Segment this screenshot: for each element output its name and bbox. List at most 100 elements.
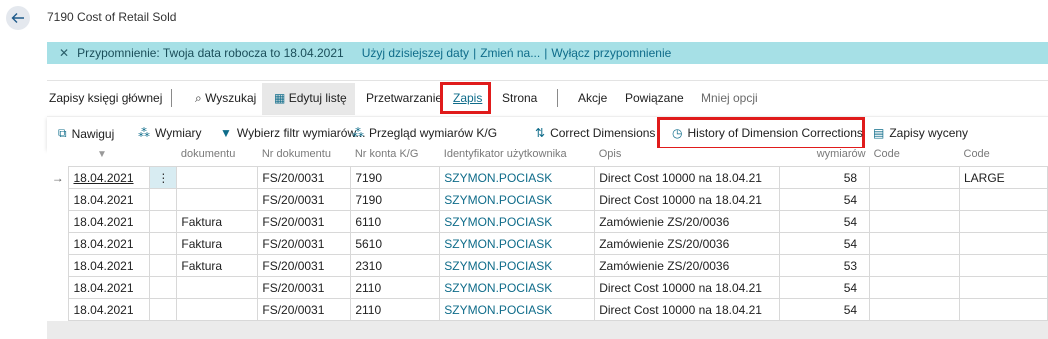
cell-doc-type[interactable] [176,166,259,189]
cell-date[interactable]: 18.04.2021 [68,254,151,277]
cell-date[interactable]: 18.04.2021 [68,232,151,255]
column-header-code-1[interactable]: Code [869,148,960,167]
navigate-button[interactable]: ⧉ Nawiguj [58,126,114,141]
column-header-description[interactable]: Opis [594,148,780,167]
cell-account-no[interactable]: 6110 [350,210,441,233]
cell-doc-no[interactable]: FS/20/0031 [257,166,352,189]
cell-account-no[interactable]: 2110 [350,276,441,299]
cell-code-2[interactable] [959,188,1048,211]
table-row[interactable]: 18.04.2021 Faktura FS/20/0031 5610 SZYMON.PO… [47,232,1048,255]
column-header-date[interactable]: ▼ [68,148,150,167]
ellipsis-icon[interactable]: ⋮ [149,166,178,189]
cell-code-1[interactable] [869,254,960,277]
cell-code-2[interactable] [959,298,1048,321]
gl-dimension-overview-button[interactable]: ⁂ Przegląd wymiarów K/G [352,126,497,140]
cell-doc-type[interactable] [176,298,259,321]
cell-code-1[interactable] [869,166,960,189]
cell-dimension-set[interactable]: 54 [779,232,871,255]
cell-doc-no[interactable]: FS/20/0031 [257,210,352,233]
column-header-user-id[interactable]: Identyfikator użytkownika [439,148,595,167]
close-icon[interactable]: ✕ [59,46,69,60]
dimensions-button[interactable]: ⁂ Wymiary [138,126,202,140]
tab-process[interactable]: Przetwarzanie [366,91,442,105]
cell-code-2[interactable] [959,254,1048,277]
cell-doc-no[interactable]: FS/20/0031 [257,188,352,211]
change-link[interactable]: Zmień na... [480,46,540,60]
value-entries-button[interactable]: ▤ Zapisy wyceny [873,126,968,140]
cell-user-id[interactable]: SZYMON.POCIASK [439,232,596,255]
cell-user-id[interactable]: SZYMON.POCIASK [439,188,596,211]
cell-doc-type[interactable]: Faktura [176,210,259,233]
cell-user-id[interactable]: SZYMON.POCIASK [439,210,596,233]
cell-description[interactable]: Zamówienie ZS/20/0036 [594,210,781,233]
cell-date[interactable]: 18.04.2021 [68,188,151,211]
cell-account-no[interactable]: 2110 [350,298,441,321]
cell-account-no[interactable]: 5610 [350,232,441,255]
cell-dimension-set[interactable]: 58 [779,166,871,189]
history-dimension-corrections-button[interactable]: ◷ History of Dimension Corrections [672,126,863,140]
cell-code-1[interactable] [869,210,960,233]
edit-list-button[interactable]: ▦ Edytuj listę [274,91,347,105]
fewer-options-button[interactable]: Mniej opcji [701,91,758,105]
cell-description[interactable]: Zamówienie ZS/20/0036 [594,254,781,277]
cell-date[interactable]: 18.04.2021 [68,298,151,321]
tab-actions[interactable]: Akcje [578,91,607,105]
cell-code-1[interactable] [869,276,960,299]
cell-doc-type[interactable] [176,188,259,211]
cell-code-2[interactable] [959,232,1048,255]
table-row[interactable]: 18.04.2021 FS/20/0031 2110 SZYMON.POCIASK Di… [47,276,1048,299]
table-row[interactable]: → 18.04.2021 ⋮ FS/20/0031 7190 SZYMON.POCIASK… [47,166,1048,189]
set-dimension-filter-button[interactable]: ▼ Wybierz filtr wymiarów... [220,126,365,140]
cell-description[interactable]: Direct Cost 10000 na 18.04.21 [594,166,781,189]
table-row[interactable]: 18.04.2021 FS/20/0031 7190 SZYMON.POCIASK Di… [47,188,1048,211]
cell-dimension-set[interactable]: 54 [779,298,871,321]
cell-date[interactable]: 18.04.2021 [68,276,151,299]
search-button[interactable]: ⌕ Wyszukaj [195,91,256,106]
cell-doc-no[interactable]: FS/20/0031 [257,276,352,299]
table-row[interactable]: 18.04.2021 FS/20/0031 2110 SZYMON.POCIASK Di… [47,298,1048,321]
cell-account-no[interactable]: 2310 [350,254,441,277]
column-header-account-no[interactable]: Nr konta K/G [350,148,440,167]
cell-code-2[interactable]: LARGE [959,166,1048,189]
cell-code-2[interactable] [959,276,1048,299]
cell-code-1[interactable] [869,298,960,321]
cell-description[interactable]: Zamówienie ZS/20/0036 [594,232,781,255]
column-header-doc-no[interactable]: Nr dokumentu [257,148,351,167]
cell-doc-no[interactable]: FS/20/0031 [257,232,352,255]
cell-user-id[interactable]: SZYMON.POCIASK [439,298,596,321]
correct-dimensions-button[interactable]: ⇅ Correct Dimensions [535,126,655,140]
cell-doc-type[interactable]: Faktura [176,254,259,277]
cell-user-id[interactable]: SZYMON.POCIASK [439,276,596,299]
cell-dimension-set[interactable]: 54 [779,210,871,233]
cell-description[interactable]: Direct Cost 10000 na 18.04.21 [594,298,781,321]
tab-related[interactable]: Powiązane [625,91,684,105]
search-icon: ⌕ [195,91,202,105]
cell-date[interactable]: 18.04.2021 [68,166,151,189]
column-header-doc-type[interactable]: dokumentu [176,148,258,167]
tab-page[interactable]: Strona [502,91,537,105]
cell-description[interactable]: Direct Cost 10000 na 18.04.21 [594,276,781,299]
cell-user-id[interactable]: SZYMON.POCIASK [439,166,596,189]
cell-dimension-set[interactable]: 54 [779,188,871,211]
cell-code-1[interactable] [869,232,960,255]
back-button[interactable] [6,6,30,30]
cell-account-no[interactable]: 7190 [350,166,441,189]
disable-reminder-link[interactable]: Wyłącz przypomnienie [551,46,671,60]
cell-user-id[interactable]: SZYMON.POCIASK [439,254,596,277]
table-row[interactable]: 18.04.2021 Faktura FS/20/0031 2310 SZYMON.PO… [47,254,1048,277]
use-today-link[interactable]: Użyj dzisiejszej daty [362,46,469,60]
cell-description[interactable]: Direct Cost 10000 na 18.04.21 [594,188,781,211]
cell-doc-type[interactable]: Faktura [176,232,259,255]
cell-dimension-set[interactable]: 54 [779,276,871,299]
cell-doc-type[interactable] [176,276,259,299]
column-header-code-2[interactable]: Code [959,148,1048,167]
cell-code-2[interactable] [959,210,1048,233]
table-row[interactable]: 18.04.2021 Faktura FS/20/0031 6110 SZYMON.PO… [47,210,1048,233]
cell-code-1[interactable] [869,188,960,211]
column-header-dimension-set[interactable]: wymiarów [779,148,870,167]
cell-doc-no[interactable]: FS/20/0031 [257,254,352,277]
cell-date[interactable]: 18.04.2021 [68,210,151,233]
cell-dimension-set[interactable]: 53 [779,254,871,277]
cell-doc-no[interactable]: FS/20/0031 [257,298,352,321]
cell-account-no[interactable]: 7190 [350,188,441,211]
